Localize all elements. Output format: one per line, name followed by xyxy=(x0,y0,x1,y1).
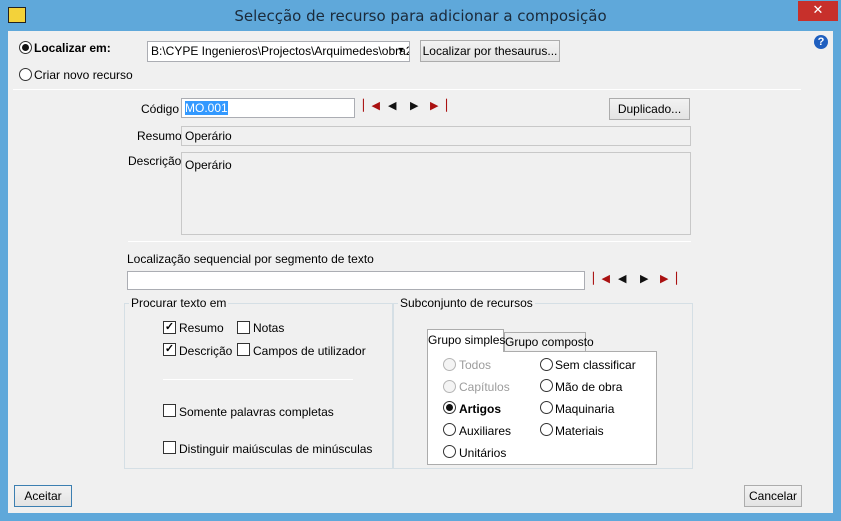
unitarios-radio[interactable] xyxy=(443,445,456,458)
maiusculas-checkbox[interactable] xyxy=(163,441,176,454)
divider xyxy=(128,241,691,242)
path-value: B:\CYPE Ingenieros\Projectos\Arquimedes\… xyxy=(151,44,410,58)
todos-radio[interactable] xyxy=(443,358,456,371)
dialog-body: ? Localizar em: B:\CYPE Ingenieros\Proje… xyxy=(8,31,833,513)
codigo-label: Código xyxy=(141,102,180,116)
palavras-check-label: Somente palavras completas xyxy=(179,405,334,419)
sem-classificar-label: Sem classificar xyxy=(555,358,636,372)
cancelar-button[interactable]: Cancelar xyxy=(744,485,802,507)
notas-checkbox[interactable] xyxy=(237,321,250,334)
dialog-window: Selecção de recurso para adicionar a com… xyxy=(0,0,841,521)
campos-checkbox[interactable] xyxy=(237,343,250,356)
resumo-checkbox[interactable]: ✓ xyxy=(163,321,176,334)
maquinaria-label: Maquinaria xyxy=(555,402,615,416)
descricao-check-label: Descrição xyxy=(179,344,233,358)
first-record-icon[interactable]: ▏◀ xyxy=(363,101,380,112)
thesaurus-button[interactable]: Localizar por thesaurus... xyxy=(420,40,560,62)
tab-grupo-simples-label: Grupo simples xyxy=(428,333,506,347)
capitulos-label: Capítulos xyxy=(459,380,510,394)
tab-grupo-composto-label: Grupo composto xyxy=(505,335,594,349)
artigos-radio[interactable] xyxy=(443,401,456,414)
codigo-value: MO.001 xyxy=(185,101,228,115)
resumo-label: Resumo xyxy=(137,129,182,143)
descricao-label: Descrição xyxy=(128,154,182,168)
divider xyxy=(163,379,353,380)
descricao-field[interactable]: Operário xyxy=(181,152,691,235)
aceitar-button[interactable]: Aceitar xyxy=(14,485,72,507)
sem-classificar-radio[interactable] xyxy=(540,358,553,371)
palavras-checkbox[interactable] xyxy=(163,404,176,417)
auxiliares-label: Auxiliares xyxy=(459,424,512,438)
last-record-icon[interactable]: ▶▕ xyxy=(430,101,447,112)
artigos-label: Artigos xyxy=(459,402,501,416)
campos-check-label: Campos de utilizador xyxy=(253,344,366,358)
search-next-icon[interactable]: ▶ xyxy=(640,274,648,285)
search-previous-icon[interactable]: ◀ xyxy=(618,274,626,285)
auxiliares-radio[interactable] xyxy=(443,423,456,436)
tab-grupo-composto[interactable]: Grupo composto xyxy=(504,332,594,352)
unitarios-label: Unitários xyxy=(459,446,507,460)
previous-record-icon[interactable]: ◀ xyxy=(388,101,396,112)
mao-de-obra-label: Mão de obra xyxy=(555,380,623,394)
resumo-check-label: Resumo xyxy=(179,321,224,335)
localizar-radio[interactable] xyxy=(19,41,32,54)
duplicado-button[interactable]: Duplicado... xyxy=(609,98,690,120)
close-icon[interactable]: ✕ xyxy=(798,1,838,21)
resumo-field[interactable]: Operário xyxy=(181,126,691,146)
chevron-down-icon[interactable]: ▾ xyxy=(395,45,407,57)
next-record-icon[interactable]: ▶ xyxy=(410,101,418,112)
tab-grupo-simples[interactable]: Grupo simples xyxy=(427,329,506,352)
todos-label: Todos xyxy=(459,358,492,372)
search-last-icon[interactable]: ▶▕ xyxy=(660,274,677,285)
subconjunto-title: Subconjunto de recursos xyxy=(398,296,535,310)
procurar-title: Procurar texto em xyxy=(129,296,229,310)
capitulos-radio[interactable] xyxy=(443,380,456,393)
notas-check-label: Notas xyxy=(253,321,285,335)
localizar-label: Localizar em: xyxy=(34,41,111,55)
materiais-label: Materiais xyxy=(555,424,604,438)
maquinaria-radio[interactable] xyxy=(540,401,553,414)
help-icon[interactable]: ? xyxy=(814,35,828,49)
search-input[interactable] xyxy=(127,271,585,290)
title-bar[interactable]: Selecção de recurso para adicionar a com… xyxy=(0,0,841,31)
descricao-checkbox[interactable]: ✓ xyxy=(163,343,176,356)
maiusculas-check-label: Distinguir maiúsculas de minúsculas xyxy=(179,442,373,456)
criar-radio[interactable] xyxy=(19,68,32,81)
criar-label: Criar novo recurso xyxy=(34,68,133,82)
window-title: Selecção de recurso para adicionar a com… xyxy=(234,7,607,25)
path-select[interactable]: B:\CYPE Ingenieros\Projectos\Arquimedes\… xyxy=(147,41,410,62)
materiais-radio[interactable] xyxy=(540,423,553,436)
divider xyxy=(13,89,801,90)
mao-de-obra-radio[interactable] xyxy=(540,379,553,392)
search-first-icon[interactable]: ▏◀ xyxy=(593,274,610,285)
search-label: Localização sequencial por segmento de t… xyxy=(127,252,374,266)
codigo-input[interactable]: MO.001 xyxy=(181,98,355,118)
